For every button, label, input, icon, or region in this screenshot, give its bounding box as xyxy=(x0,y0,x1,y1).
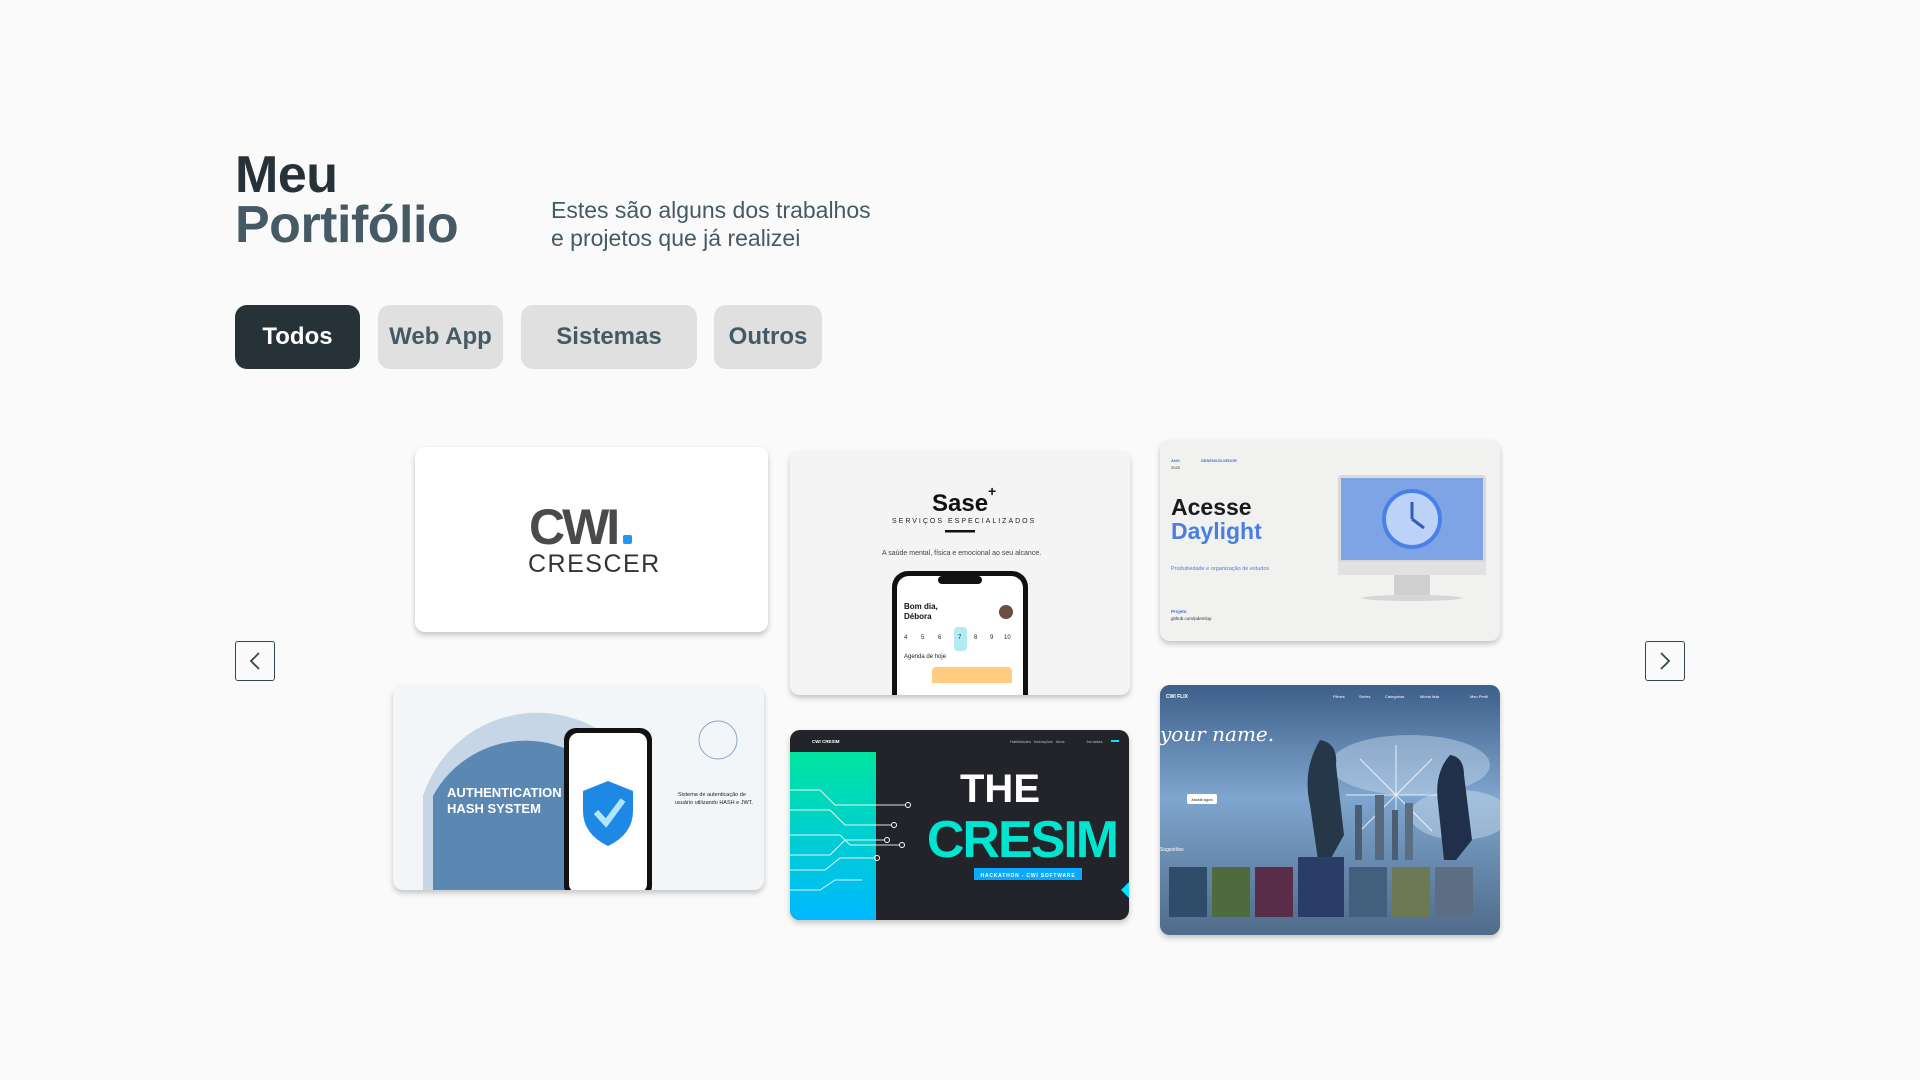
daylight-title-2: Daylight xyxy=(1171,518,1262,544)
flix-watch-button-label: Assistir agora xyxy=(1191,798,1212,802)
sase-greeting-1: Bom dia, xyxy=(904,602,938,611)
daylight-project-label: Projeto xyxy=(1171,609,1187,614)
auth-title-2: HASH SYSTEM xyxy=(447,801,541,816)
filter-outros[interactable]: Outros xyxy=(714,305,822,369)
carousel-prev-button[interactable] xyxy=(235,641,275,681)
flix-building xyxy=(1375,795,1384,860)
daylight-project-link: github.com/pdemlop xyxy=(1171,616,1212,621)
cresim-nav-item: Habilidades xyxy=(1010,739,1031,744)
cresim-gradient-panel xyxy=(790,752,876,920)
flix-brand: CWI FLIX xyxy=(1166,694,1189,700)
flix-thumbnail xyxy=(1392,867,1430,917)
cresim-title-2: CRESIM xyxy=(927,811,1117,869)
sase-phone-notch xyxy=(938,576,982,584)
project-card-cresim[interactable]: CWI CRESIM Habilidades Interações Itens … xyxy=(790,730,1129,920)
cresim-corner-accent xyxy=(1121,882,1129,898)
auth-title-1: AUTHENTICATION xyxy=(447,785,562,800)
filter-web-app[interactable]: Web App xyxy=(378,305,503,369)
page-title: Meu Portifólio xyxy=(235,146,459,254)
daylight-description: Produtividade e organização de estudos xyxy=(1171,566,1269,572)
cresim-nav-item: Itens xyxy=(1056,739,1065,744)
flix-nav-item: Filmes xyxy=(1333,694,1345,699)
filter-todos[interactable]: Todos xyxy=(235,305,360,369)
project-card-cwi-crescer[interactable]: CWI CRESCER xyxy=(415,447,768,632)
cresim-menu-icon xyxy=(1111,740,1119,742)
daylight-year-label: ANO xyxy=(1171,458,1180,463)
flix-thumbnail xyxy=(1255,867,1293,917)
project-card-cwi-flix[interactable]: CWI FLIX Filmes Séries Categorias Minha … xyxy=(1160,685,1500,935)
sase-agenda-label: Agenda de hoje xyxy=(904,654,947,660)
cwi-logo-text: CWI xyxy=(529,499,617,555)
cresim-title-1: THE xyxy=(960,767,1040,811)
flix-thumbnail xyxy=(1212,867,1250,917)
cresim-brand: CWI CRESIM xyxy=(812,739,840,744)
imac-stand xyxy=(1394,575,1430,595)
sase-description: A saúde mental, física e emocional ao se… xyxy=(882,550,1041,557)
auth-description-2: usuário utilizando HASH e JWT. xyxy=(675,800,753,806)
auth-deco-circle xyxy=(698,720,738,760)
project-card-daylight[interactable]: ANO 2025 DESENVOLVEDOR Acesse Daylight P… xyxy=(1160,440,1500,641)
sase-day: 10 xyxy=(1004,635,1011,641)
cresim-nav-item: Jornadas xyxy=(1086,739,1102,744)
flix-nav-item: Séries xyxy=(1359,694,1370,699)
sase-brand: Sase xyxy=(932,490,988,517)
daylight-title-1: Acesse xyxy=(1171,494,1252,520)
sase-tagline: SERVIÇOS ESPECIALIZADOS xyxy=(892,518,1036,525)
daylight-dev-label: DESENVOLVEDOR xyxy=(1201,458,1237,463)
chevron-right-icon xyxy=(1660,652,1671,670)
flix-thumbnail xyxy=(1349,867,1387,917)
daylight-year: 2025 xyxy=(1171,465,1181,470)
sase-greeting-2: Débora xyxy=(904,612,932,621)
circuit-node xyxy=(891,822,897,828)
flix-nav-item: Categorias xyxy=(1385,694,1404,699)
flix-building xyxy=(1405,803,1413,860)
page-title-line2: Portifólio xyxy=(235,196,459,254)
flix-building xyxy=(1392,810,1398,860)
flix-section-label: Sugestões xyxy=(1160,847,1184,853)
flix-thumbnail xyxy=(1435,867,1473,917)
sase-phone-bottom-screen xyxy=(897,683,1023,695)
cwi-caption: CRESCER xyxy=(528,550,661,578)
cwi-logo-dot xyxy=(623,535,632,544)
flix-nav-item: Meu Perfil xyxy=(1470,694,1488,699)
carousel-next-button[interactable] xyxy=(1645,641,1685,681)
circuit-node xyxy=(884,837,890,843)
flix-thumbnail xyxy=(1169,867,1207,917)
subtitle-line1: Estes são alguns dos trabalhos xyxy=(551,197,871,223)
auth-description-1: Sistema de autenticação de xyxy=(678,792,746,798)
page-subtitle: Estes são alguns dos trabalhos e projeto… xyxy=(551,196,871,252)
filter-sistemas[interactable]: Sistemas xyxy=(521,305,697,369)
imac-shadow xyxy=(1362,595,1462,601)
sase-plus: + xyxy=(988,483,996,499)
flix-building xyxy=(1355,805,1362,860)
project-card-auth[interactable]: AUTHENTICATION HASH SYSTEM Sistema de au… xyxy=(393,686,764,890)
flix-nav-item: Minha lista xyxy=(1420,694,1440,699)
chevron-left-icon xyxy=(249,652,260,670)
subtitle-line2: e projetos que já realizei xyxy=(551,225,801,251)
sase-avatar xyxy=(999,605,1013,619)
cresim-nav-item: Interações xyxy=(1034,739,1053,744)
flix-movie-title: your name. xyxy=(1160,722,1274,746)
circuit-node xyxy=(905,802,911,808)
cresim-badge-text: HACKATHON - CWI SOFTWARE xyxy=(981,873,1076,879)
project-card-sase[interactable]: Sase + SERVIÇOS ESPECIALIZADOS A saúde m… xyxy=(790,451,1130,695)
circuit-node xyxy=(899,842,905,848)
imac-chin xyxy=(1338,562,1486,575)
flix-thumbnail-featured xyxy=(1298,857,1344,917)
flix-cloud xyxy=(1330,735,1490,795)
page-title-line1: Meu xyxy=(235,146,338,204)
sase-divider xyxy=(945,530,975,533)
